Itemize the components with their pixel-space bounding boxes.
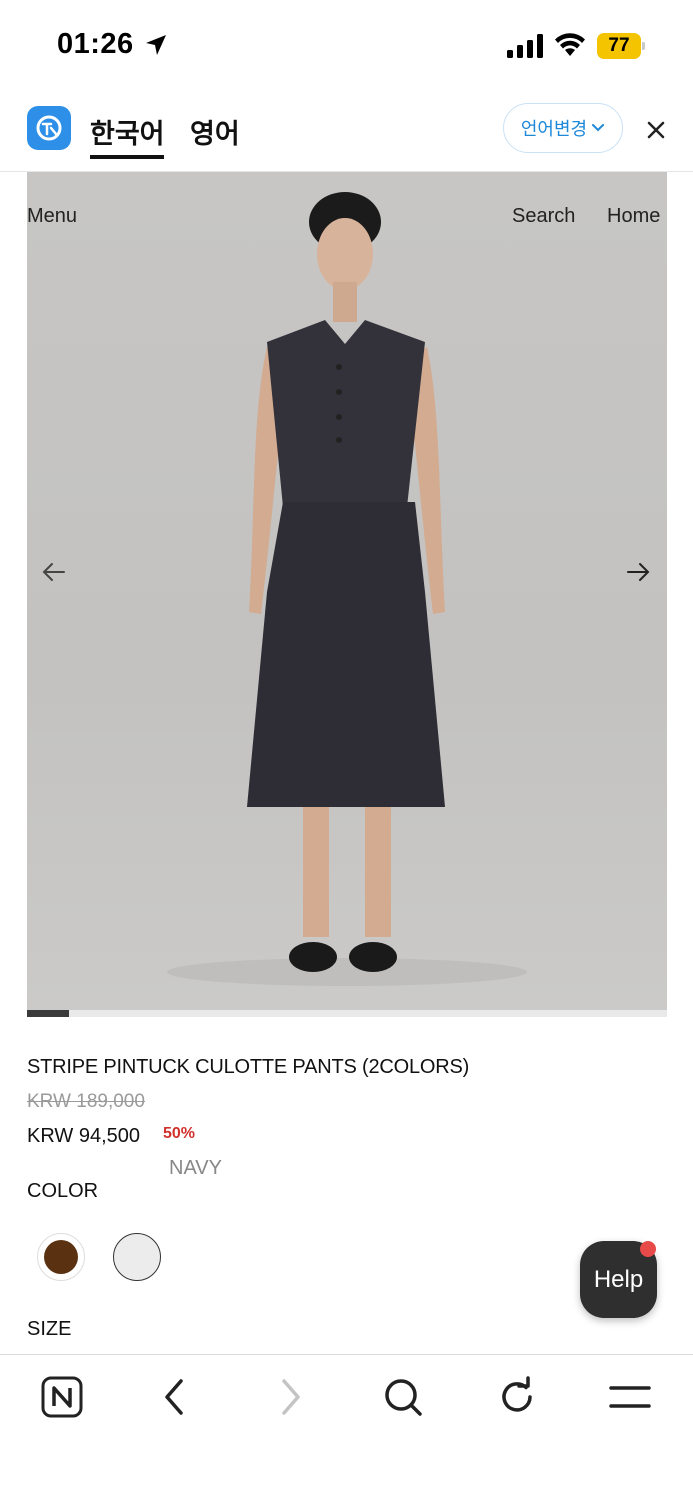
battery-level: 77	[608, 35, 630, 56]
translate-bar: 한국어 영어 언어변경	[0, 92, 693, 172]
color-swatch-white[interactable]	[113, 1233, 161, 1281]
naver-home-icon	[41, 1376, 83, 1418]
notification-dot	[640, 1241, 656, 1257]
menu-icon	[609, 1386, 651, 1408]
site-home-link[interactable]: Home	[607, 205, 660, 228]
forward-icon	[282, 1379, 300, 1415]
tab-korean[interactable]: 한국어	[90, 112, 165, 151]
status-bar: 01:26 77	[0, 0, 693, 92]
selected-color-name: NAVY	[169, 1157, 222, 1179]
arrow-left-icon[interactable]	[40, 560, 68, 584]
back-button[interactable]	[153, 1375, 197, 1419]
slide-progress	[27, 1010, 667, 1017]
location-arrow-icon	[146, 35, 166, 55]
menu-button[interactable]	[608, 1375, 652, 1419]
battery-icon: 77	[597, 33, 645, 59]
help-label: Help	[593, 1265, 644, 1293]
product-photo[interactable]	[27, 172, 667, 1010]
change-language-label: 언어변경	[520, 119, 588, 139]
close-icon[interactable]	[642, 116, 670, 144]
sale-price: KRW 94,500	[27, 1125, 141, 1147]
translate-logo-icon	[36, 115, 62, 141]
site-menu-link[interactable]: Menu	[27, 205, 77, 228]
naver-home-button[interactable]	[40, 1375, 84, 1419]
slide-progress-fill	[27, 1010, 70, 1017]
search-button[interactable]	[381, 1375, 425, 1419]
product-title: STRIPE PINTUCK CULOTTE PANTS (2COLORS)	[27, 1056, 470, 1078]
original-price: KRW 189,000	[27, 1091, 145, 1112]
arrow-right-icon[interactable]	[624, 560, 652, 584]
chevron-down-icon	[592, 124, 605, 132]
discount-badge: 50%	[163, 1125, 196, 1142]
back-icon	[165, 1379, 183, 1415]
size-label: SIZE	[27, 1318, 72, 1340]
signal-icon	[507, 34, 543, 58]
color-swatch-brown[interactable]	[37, 1233, 85, 1281]
refresh-button[interactable]	[495, 1375, 539, 1419]
refresh-icon	[502, 1376, 532, 1412]
site-search-link[interactable]: Search	[512, 205, 575, 228]
model-figure	[167, 192, 527, 986]
status-time: 01:26	[57, 28, 134, 60]
browser-toolbar	[0, 1354, 693, 1500]
forward-button[interactable]	[268, 1375, 312, 1419]
translate-app-logo[interactable]	[27, 106, 71, 150]
color-label: COLOR	[27, 1180, 99, 1202]
tab-english[interactable]: 영어	[190, 112, 240, 151]
search-icon	[385, 1379, 422, 1416]
wifi-icon	[555, 33, 585, 56]
change-language-button[interactable]: 언어변경	[503, 103, 623, 153]
active-tab-indicator	[90, 155, 164, 159]
